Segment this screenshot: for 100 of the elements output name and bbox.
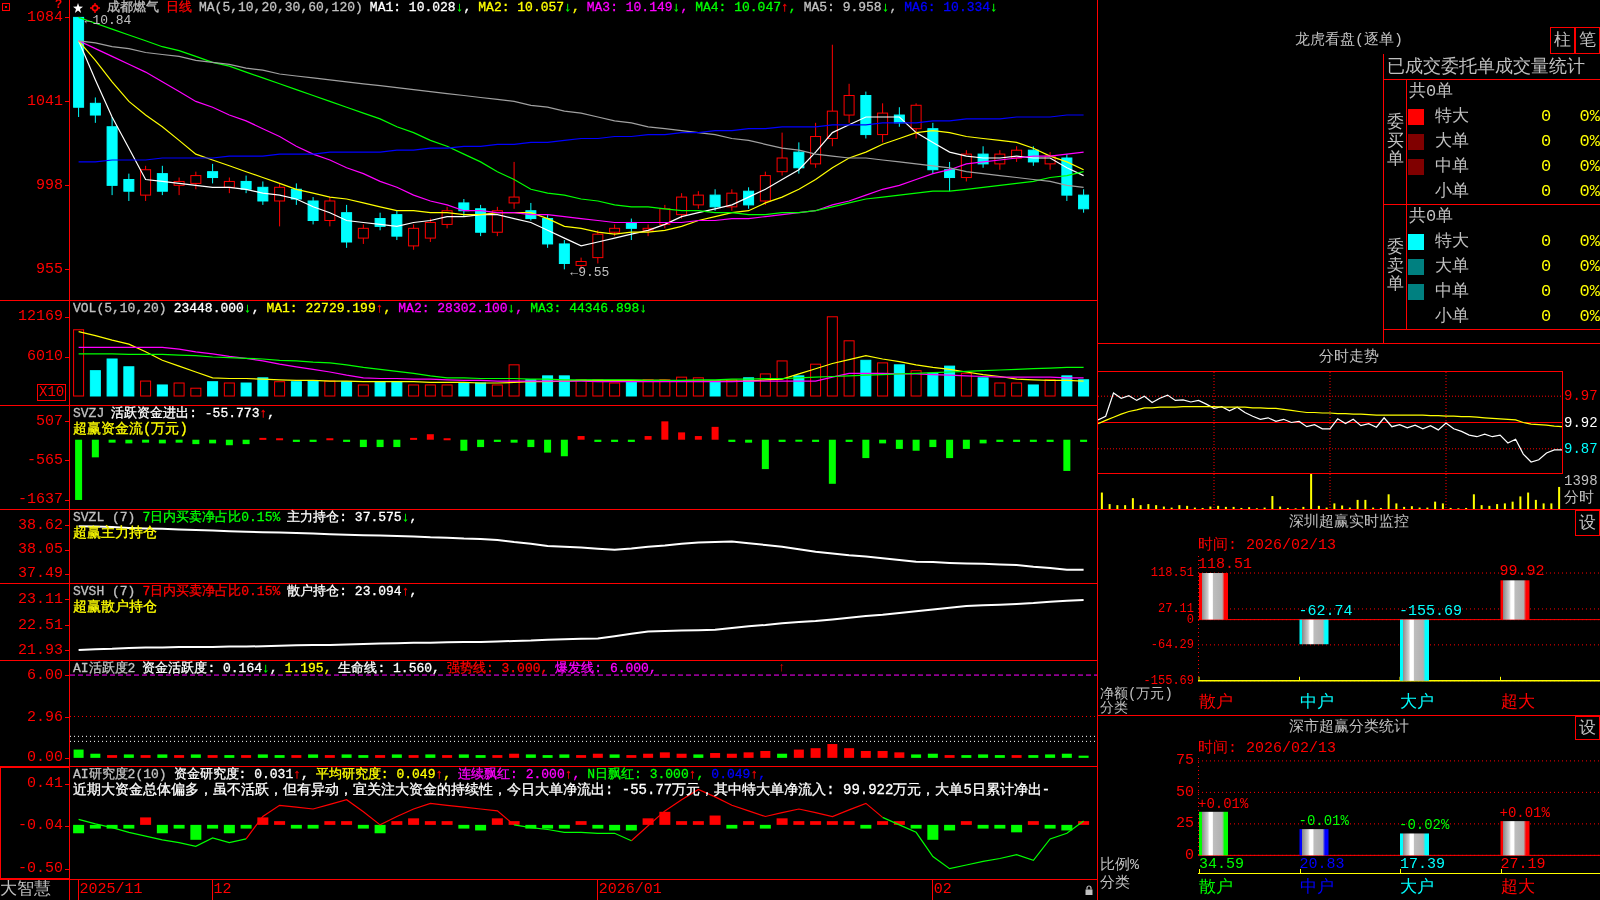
candlestick	[307, 196, 319, 225]
indicator-text: 超赢主力持仓	[73, 525, 157, 542]
research-bar	[1011, 824, 1023, 833]
candlestick	[843, 83, 855, 124]
candlestick	[223, 177, 235, 194]
order-size-label: 大单	[1435, 131, 1469, 152]
fund-flow-bar	[443, 438, 451, 441]
question-mark[interactable]: ?	[55, 0, 63, 10]
timestamp: 时间: 2026/02/13	[1198, 740, 1337, 758]
change-label: -0.02%	[1399, 818, 1450, 834]
order-share: 0%	[1578, 231, 1600, 252]
indicator-text: MA1: 10.028↓,	[369, 0, 472, 15]
fund-flow-bar	[108, 439, 116, 443]
category-label: 中户	[1299, 694, 1334, 712]
net-amount-bar	[1500, 580, 1530, 620]
axis-label: 118.51	[1150, 568, 1194, 578]
candlestick	[374, 212, 386, 231]
volume-bar	[542, 375, 554, 397]
axis-label: 0.41	[27, 776, 63, 792]
share-bar	[1500, 821, 1530, 856]
activity-bar	[743, 752, 754, 758]
fund-flow-bar	[862, 439, 870, 459]
indicator-text: MA3: 10.149↓,	[586, 0, 689, 15]
settings-button[interactable]: 设	[1575, 510, 1600, 536]
activity-bar	[442, 755, 453, 758]
lock-icon[interactable]	[1085, 885, 1093, 895]
fund-flow-bar	[477, 439, 485, 448]
axis-label: 38.62	[18, 517, 63, 533]
change-label: -0.01%	[1298, 814, 1349, 830]
activity-bar	[810, 748, 821, 758]
volume-bar	[274, 381, 286, 397]
volume-bar	[73, 329, 85, 397]
research-bar	[960, 821, 972, 825]
volume-bar	[424, 384, 436, 397]
volume-bar	[324, 380, 336, 397]
volume-bar	[357, 384, 369, 397]
axis-label: -1637	[18, 492, 63, 508]
fund-flow-bar	[276, 438, 284, 441]
volume-bar	[692, 377, 704, 397]
fund-flow-bar	[376, 439, 384, 448]
axis-label: 50	[1176, 784, 1194, 800]
candlestick	[625, 218, 637, 241]
volume-bar	[743, 377, 755, 397]
fund-flow-bar	[929, 439, 937, 448]
research-bar	[173, 824, 185, 829]
activity-bar	[123, 754, 134, 758]
volume-bar	[1011, 382, 1023, 397]
axis-label: 9.97	[1564, 387, 1598, 406]
fund-flow-bar	[242, 439, 250, 445]
research-bar	[257, 817, 269, 825]
research-bar	[893, 821, 905, 825]
volume-bar	[290, 381, 302, 397]
activity-bar	[760, 750, 771, 758]
indicator-text: 生命线: 1.560,	[338, 661, 440, 676]
settings-button[interactable]: 设	[1575, 716, 1600, 740]
candlestick	[341, 204, 353, 249]
fund-flow-bar	[158, 439, 166, 444]
price-label: ←9.55	[570, 264, 610, 280]
axis-label: 955	[36, 261, 63, 277]
order-size-label: 小单	[1435, 181, 1469, 202]
indicator-text: 1.195,	[284, 661, 332, 676]
order-count: 0	[1539, 106, 1553, 127]
research-bar	[525, 824, 537, 829]
square-icon[interactable]	[2, 3, 10, 11]
activity-bar	[1078, 755, 1089, 758]
volume-bar	[223, 382, 235, 397]
indicator-text: 爆发线: 6.000,	[555, 661, 657, 676]
axis-label: 507	[36, 413, 63, 429]
change-label: +0.01%	[1499, 806, 1550, 822]
scale-label: 1398	[1564, 473, 1599, 489]
volume-bar	[676, 376, 688, 397]
volume-bar	[910, 370, 922, 397]
candlestick	[1044, 151, 1056, 171]
research-bar	[341, 821, 353, 825]
axis-label: -64.29	[1150, 639, 1194, 650]
candlestick	[257, 180, 269, 206]
volume-bar	[843, 340, 855, 397]
order-size-label: 特大	[1435, 231, 1469, 252]
order-count: 0	[1539, 156, 1553, 177]
axis-label: -0.04	[18, 818, 63, 834]
indicator-text: SVZL (7)	[73, 510, 136, 525]
activity-bar	[492, 755, 503, 758]
candlestick	[357, 223, 369, 245]
volume-bar	[525, 379, 537, 397]
candlestick	[240, 175, 252, 194]
crosshair-icon[interactable]	[90, 2, 100, 13]
volume-bar	[994, 382, 1006, 397]
volume-caption: 分时	[1564, 490, 1595, 507]
research-bar	[391, 821, 403, 825]
fund-flow-bar	[426, 434, 434, 440]
volume-bar	[960, 372, 972, 397]
view-toggle-button[interactable]: 柱	[1550, 27, 1575, 54]
fund-flow-bar	[611, 439, 619, 442]
bar-value: -155.69	[1399, 603, 1462, 620]
research-bar	[709, 815, 721, 825]
fund-flow-bar	[460, 439, 468, 451]
order-share: 0%	[1578, 106, 1600, 127]
fund-flow-bar	[678, 432, 686, 440]
view-toggle-button[interactable]: 笔	[1575, 27, 1600, 54]
candlestick	[743, 186, 755, 210]
